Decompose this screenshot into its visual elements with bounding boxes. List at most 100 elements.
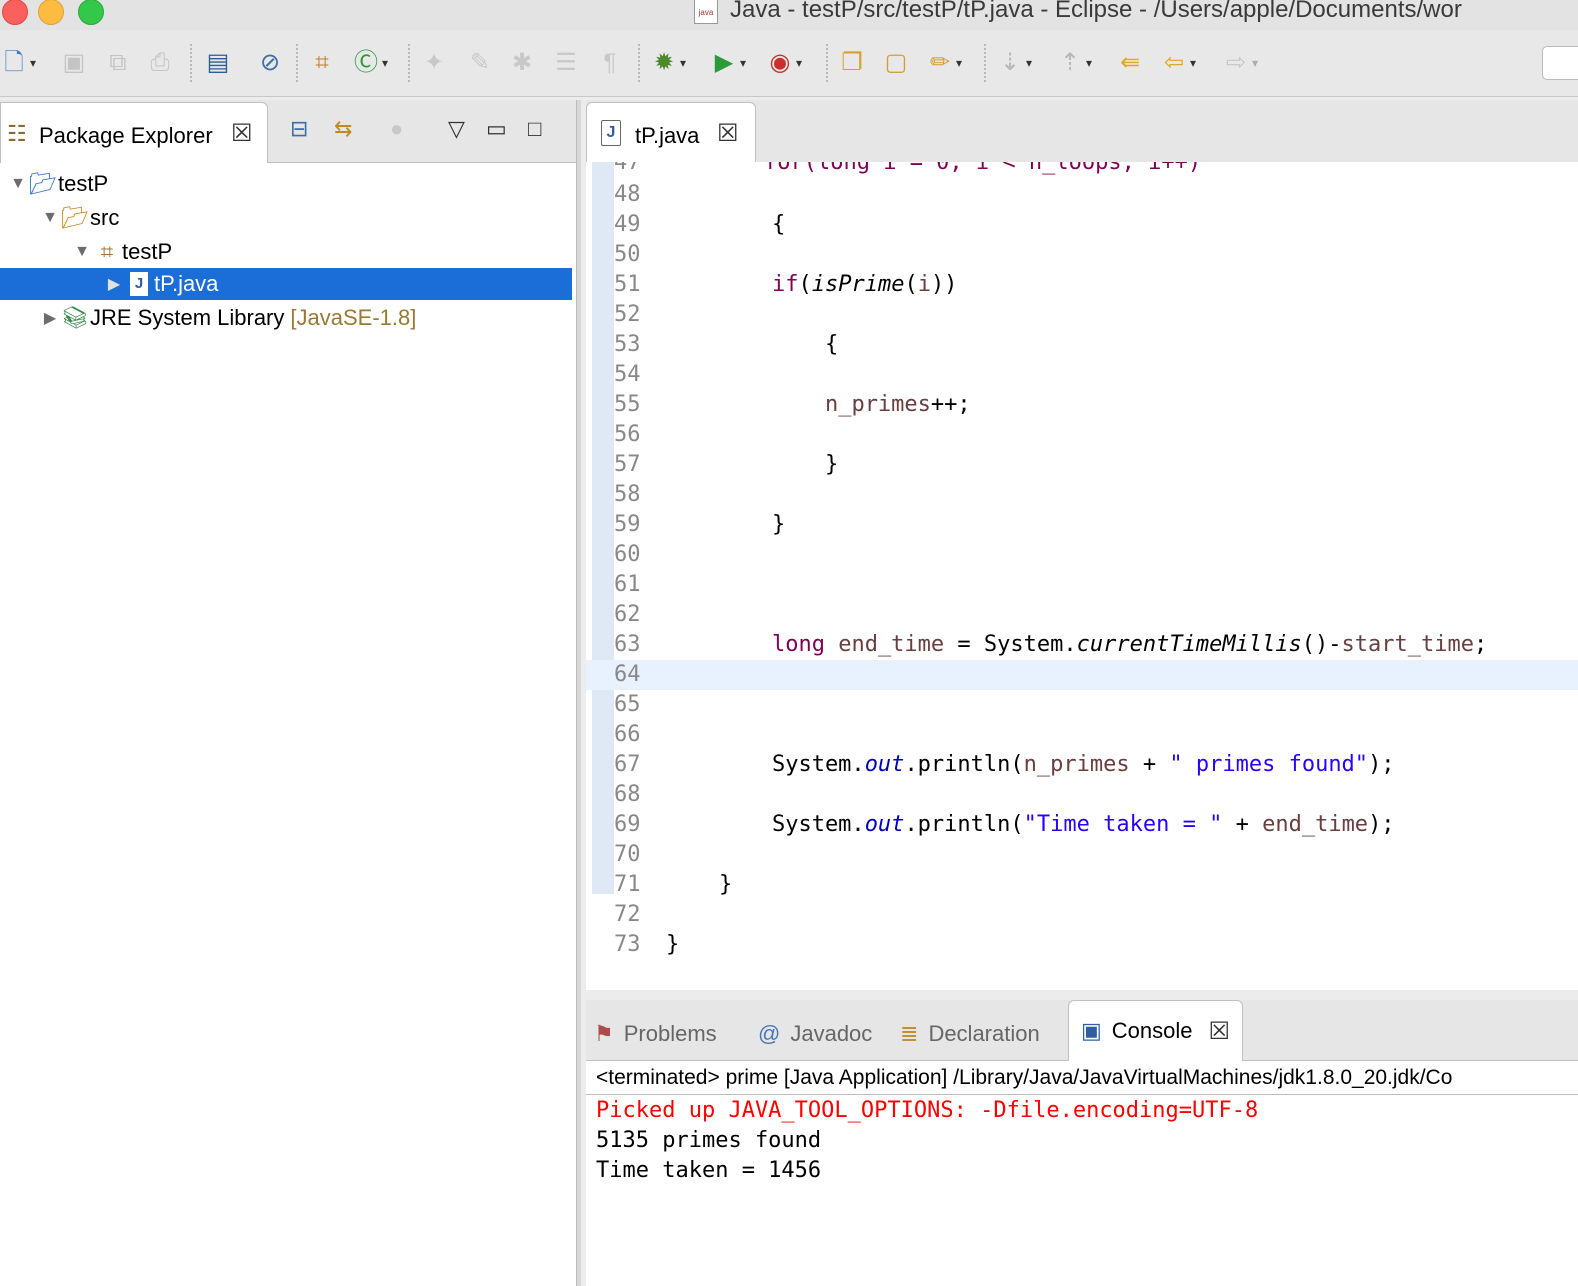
external-tools-icon[interactable]: ◉ xyxy=(766,49,794,77)
toggle-mark-icon[interactable]: ⊘ xyxy=(256,49,284,77)
tree-item-jre-library[interactable]: ▶ 📚︎ JRE System Library [JavaSE-1.8] xyxy=(0,302,572,334)
quick-access-field[interactable] xyxy=(1542,46,1578,80)
code-line: 65 xyxy=(586,690,1578,720)
maximize-icon[interactable]: □ xyxy=(528,116,541,142)
tab-tp-java[interactable]: J tP.java ☒ xyxy=(586,102,756,163)
console-line-stdout: Time taken = 1456 xyxy=(596,1158,822,1183)
code-line: 58 xyxy=(586,480,1578,510)
line-number: 66 xyxy=(614,722,641,747)
pilcrow-icon[interactable]: ¶ xyxy=(596,49,624,77)
tab-declaration[interactable]: ≣ Declaration xyxy=(900,1014,1040,1054)
annotation-icon[interactable]: ✏ xyxy=(926,49,954,77)
pencil-icon[interactable]: ✎ xyxy=(466,49,494,77)
forward-dropdown-icon[interactable]: ▾ xyxy=(1252,56,1258,70)
close-window-button[interactable] xyxy=(2,0,28,25)
binary-icon[interactable]: ▤ xyxy=(204,49,232,77)
minimize-window-button[interactable] xyxy=(38,0,64,25)
java-file-icon: java xyxy=(694,0,718,24)
new-dropdown-icon[interactable]: ▾ xyxy=(30,56,36,70)
line-number: 55 xyxy=(614,392,641,417)
minimize-icon[interactable]: ▭ xyxy=(486,116,507,142)
project-icon: 📂︎ xyxy=(29,171,57,196)
view-menu-icon[interactable]: ▽ xyxy=(448,116,465,142)
search-icon[interactable]: ✦ xyxy=(420,49,448,77)
print-icon[interactable]: ⎙ xyxy=(146,49,174,77)
editor-area: J tP.java ☒ 47 for(long i = 0; i < n_loo… xyxy=(586,100,1578,990)
save-icon[interactable]: ▣ xyxy=(60,49,88,77)
line-number: 71 xyxy=(614,872,641,897)
line-number: 69 xyxy=(614,812,641,837)
bottom-panel: ⚑ Problems @ Javadoc ≣ Declaration ▣ Con… xyxy=(586,1000,1578,1286)
tab-javadoc[interactable]: @ Javadoc xyxy=(758,1014,872,1054)
forward-icon[interactable]: ⇨ xyxy=(1222,49,1250,77)
tab-package-explorer[interactable]: ☷ Package Explorer ☒ xyxy=(0,102,268,163)
last-edit-icon[interactable]: ⇚ xyxy=(1116,49,1144,77)
expand-toggle-icon[interactable]: ▶ xyxy=(104,274,124,294)
code-line: 48 xyxy=(586,180,1578,210)
new-icon[interactable]: 🗋 xyxy=(0,49,28,77)
tree-item-package[interactable]: ▼ ⌗ testP xyxy=(0,236,572,268)
open-type-icon[interactable]: ❐ xyxy=(838,49,866,77)
back-dropdown-icon[interactable]: ▾ xyxy=(1190,56,1196,70)
expand-toggle-icon[interactable]: ▼ xyxy=(72,243,92,261)
package-icon: ⌗ xyxy=(100,239,114,264)
new-class-dropdown-icon[interactable]: ▾ xyxy=(382,56,388,70)
main-toolbar: 🗋 ▾ ▣ ⧉ ⎙ ▤ ⊘ ⌗ Ⓒ ▾ ✦ ✎ ✱ ☰ ¶ ✹ ▾ ▶ ▾ ◉ ▾ ❐ ▢… xyxy=(0,30,1578,97)
focus-icon[interactable]: ● xyxy=(390,116,403,142)
tree-item-suffix: [JavaSE-1.8] xyxy=(290,305,417,330)
debug-dropdown-icon[interactable]: ▾ xyxy=(680,56,686,70)
line-number: 51 xyxy=(614,272,641,297)
console-line-stderr: Picked up JAVA_TOOL_OPTIONS: -Dfile.enco… xyxy=(596,1098,1259,1123)
title-bar: java Java - testP/src/testP/tP.java - Ec… xyxy=(0,0,1578,30)
tab-label: Declaration xyxy=(928,1021,1040,1046)
code-line: 63 long end_time = System.currentTimeMil… xyxy=(586,630,1578,660)
prev-annotation-icon[interactable]: ⇡ xyxy=(1056,49,1084,77)
bug-gray-icon[interactable]: ✱ xyxy=(508,49,536,77)
editor-tabbar: J tP.java ☒ xyxy=(586,100,1578,163)
code-line: 69 System.out.println("Time taken = " + … xyxy=(586,810,1578,840)
line-number: 57 xyxy=(614,452,641,477)
next-annotation-dropdown-icon[interactable]: ▾ xyxy=(1026,56,1032,70)
open-task-icon[interactable]: ▢ xyxy=(882,49,910,77)
collapse-all-icon[interactable]: ⊟ xyxy=(290,116,308,142)
bottom-tabbar: ⚑ Problems @ Javadoc ≣ Declaration ▣ Con… xyxy=(586,1000,1578,1061)
expand-toggle-icon[interactable]: ▼ xyxy=(8,175,28,193)
code-text: } xyxy=(666,872,733,897)
sash-vertical[interactable] xyxy=(576,100,581,1286)
zoom-window-button[interactable] xyxy=(78,0,104,25)
code-text: } xyxy=(666,512,786,537)
debug-icon[interactable]: ✹ xyxy=(650,49,678,77)
link-with-editor-icon[interactable]: ⇆ xyxy=(334,116,352,142)
line-number: 61 xyxy=(614,572,641,597)
new-class-icon[interactable]: Ⓒ xyxy=(352,49,380,77)
close-icon[interactable]: ☒ xyxy=(1209,1017,1231,1046)
tree-item-label: testP xyxy=(58,171,109,196)
close-icon[interactable]: ☒ xyxy=(717,119,739,148)
code-line: 49 { xyxy=(586,210,1578,240)
tree-item-java-file[interactable]: ▶ J tP.java xyxy=(0,268,572,300)
tree-item-project[interactable]: ▼ 📂︎ testP xyxy=(0,168,572,200)
run-dropdown-icon[interactable]: ▾ xyxy=(740,56,746,70)
save-all-icon[interactable]: ⧉ xyxy=(104,49,132,77)
prev-annotation-dropdown-icon[interactable]: ▾ xyxy=(1086,56,1092,70)
code-line: 53 { xyxy=(586,330,1578,360)
tab-problems[interactable]: ⚑ Problems xyxy=(594,1014,717,1054)
line-number: 56 xyxy=(614,422,641,447)
package-explorer-view: ☷ Package Explorer ☒ ⊟ ⇆ ● ▽ ▭ □ ▼ 📂︎ te… xyxy=(0,100,578,1286)
tree-item-src[interactable]: ▼ 📂︎ src xyxy=(0,202,572,234)
expand-toggle-icon[interactable]: ▼ xyxy=(40,209,60,227)
declaration-icon: ≣ xyxy=(900,1021,919,1046)
tab-console[interactable]: ▣ Console ☒ xyxy=(1068,1000,1244,1061)
run-icon[interactable]: ▶ xyxy=(710,49,738,77)
line-number: 63 xyxy=(614,632,641,657)
external-tools-dropdown-icon[interactable]: ▾ xyxy=(796,56,802,70)
close-icon[interactable]: ☒ xyxy=(231,119,253,148)
line-number: 65 xyxy=(614,692,641,717)
new-package-icon[interactable]: ⌗ xyxy=(308,49,336,77)
code-editor[interactable]: 47 for(long i = 0; i < n_loops; i++) 48 … xyxy=(586,162,1578,990)
annotation-dropdown-icon[interactable]: ▾ xyxy=(956,56,962,70)
list-icon[interactable]: ☰ xyxy=(552,49,580,77)
expand-toggle-icon[interactable]: ▶ xyxy=(40,308,60,328)
back-icon[interactable]: ⇦ xyxy=(1160,49,1188,77)
next-annotation-icon[interactable]: ⇣ xyxy=(996,49,1024,77)
